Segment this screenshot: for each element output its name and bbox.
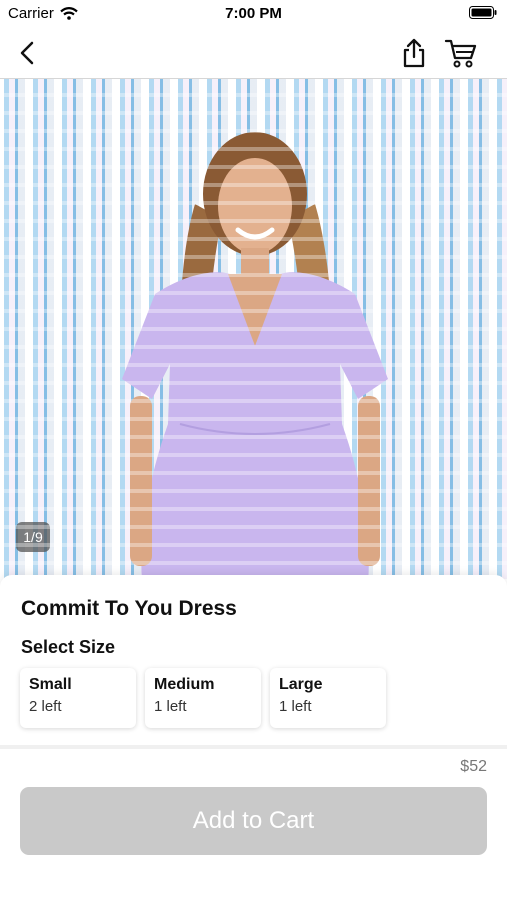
size-name: Medium (154, 676, 215, 693)
divider (0, 745, 507, 749)
size-heading: Select Size (21, 637, 116, 657)
photo-counter: 1/9 (16, 522, 50, 552)
shopping-cart-icon (444, 39, 477, 68)
add-to-cart-button[interactable]: Add to Cart (20, 787, 487, 855)
product-photo (122, 132, 388, 579)
size-stock: 1 left (279, 698, 312, 715)
back-button[interactable] (10, 36, 44, 70)
battery-icon (469, 6, 497, 19)
chevron-left-icon (20, 41, 34, 65)
product-title: Commit To You Dress (21, 597, 237, 620)
size-option-medium[interactable]: Medium 1 left (145, 668, 261, 728)
size-options: Small 2 left Medium 1 left Large 1 left (20, 668, 386, 728)
share-button[interactable] (397, 36, 431, 70)
size-option-small[interactable]: Small 2 left (20, 668, 136, 728)
navigation-bar (0, 28, 507, 79)
cart-button[interactable] (444, 36, 478, 70)
share-icon (403, 38, 425, 68)
product-details-sheet: Commit To You Dress Select Size Small 2 … (0, 575, 507, 900)
size-name: Large (279, 676, 323, 693)
size-stock: 1 left (154, 698, 187, 715)
size-stock: 2 left (29, 698, 62, 715)
product-image-gallery[interactable]: 1/9 (0, 79, 507, 579)
size-option-large[interactable]: Large 1 left (270, 668, 386, 728)
status-time: 7:00 PM (225, 5, 282, 22)
price-label: $52 (460, 758, 487, 775)
status-bar: Carrier 7:00 PM (0, 0, 507, 28)
size-name: Small (29, 676, 72, 693)
